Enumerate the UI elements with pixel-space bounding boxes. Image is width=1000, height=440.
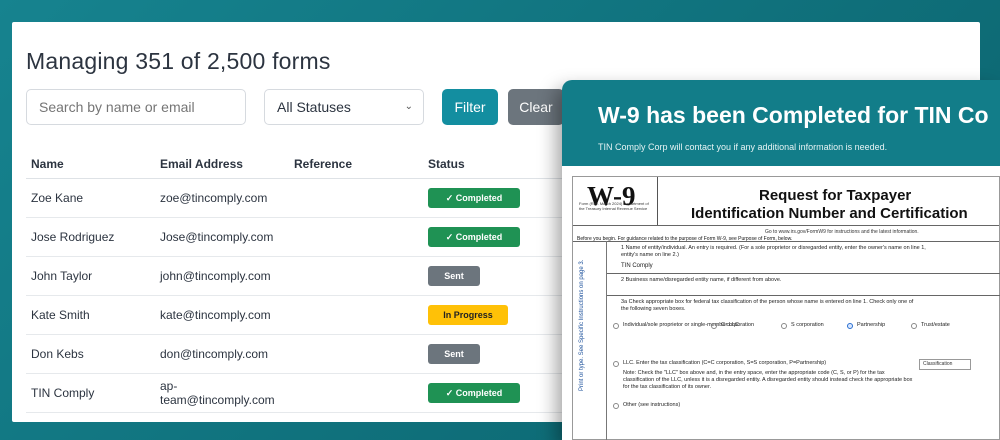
- table-row[interactable]: Zoe Kane zoe@tincomply.com ✓ Completed: [26, 178, 566, 218]
- line3a-label-b: the following seven boxes.: [621, 306, 686, 312]
- row-reference: [294, 295, 428, 335]
- status-badge: ✓ Completed: [428, 187, 520, 208]
- table-header-row: Name Email Address Reference Status: [26, 150, 566, 179]
- radio-llc[interactable]: [613, 361, 619, 367]
- w9-form-preview: W-9 Form (Rev. March 2024) Department of…: [572, 176, 1000, 440]
- status-select-value: All Statuses: [277, 99, 351, 115]
- divider: [657, 177, 658, 225]
- clear-button[interactable]: Clear: [508, 89, 564, 125]
- modal-subtitle: TIN Comply Corp will contact you if any …: [598, 142, 888, 152]
- filter-button[interactable]: Filter: [442, 89, 498, 125]
- side-column: Print or type. See Specific Instructions…: [573, 241, 607, 440]
- form-meta: Form (Rev. March 2024) Department of the…: [579, 201, 649, 211]
- column-header-status[interactable]: Status: [428, 150, 566, 179]
- status-badge: ✓ Completed: [428, 226, 520, 247]
- row-email-line1: ap-: [160, 378, 178, 393]
- row-reference: [294, 256, 428, 296]
- table-row[interactable]: Kate Smith kate@tincomply.com In Progres…: [26, 295, 566, 335]
- row-email: Jose@tincomply.com: [160, 217, 294, 257]
- table-row[interactable]: Jose Rodriguez Jose@tincomply.com ✓ Comp…: [26, 217, 566, 257]
- row-reference: [294, 178, 428, 218]
- row-name: TIN Comply: [26, 373, 160, 413]
- status-badge: Sent: [428, 343, 480, 364]
- status-badge: Sent: [428, 265, 480, 286]
- option-trust-estate: Trust/estate: [921, 322, 950, 328]
- radio-trust-estate[interactable]: [911, 323, 917, 329]
- row-name: Kate Smith: [26, 295, 160, 335]
- row-email: zoe@tincomply.com: [160, 178, 294, 218]
- page-title: Managing 351 of 2,500 forms: [26, 48, 331, 74]
- option-c-corporation: C corporation: [721, 322, 755, 328]
- w9-completed-modal: W-9 has been Completed for TIN Co TIN Co…: [562, 80, 1000, 440]
- chevron-down-icon: ⌄: [404, 101, 413, 112]
- radio-individual[interactable]: [613, 323, 619, 329]
- table-row[interactable]: John Taylor john@tincomply.com Sent: [26, 256, 566, 296]
- other-label: Other (see instructions): [623, 402, 681, 408]
- row-email: kate@tincomply.com: [160, 295, 294, 335]
- option-partnership: Partnership: [857, 322, 886, 328]
- table-row[interactable]: Don Kebs don@tincomply.com Sent: [26, 334, 566, 374]
- search-input[interactable]: [26, 89, 246, 125]
- line1-label: 1 Name of entity/individual. An entry is…: [621, 245, 926, 251]
- divider: [573, 241, 999, 242]
- line1-value: TIN Comply: [621, 263, 653, 269]
- row-name: Jose Rodriguez: [26, 217, 160, 257]
- forms-table: Name Email Address Reference Status Zoe …: [26, 150, 566, 413]
- radio-c-corporation[interactable]: [711, 323, 717, 329]
- divider: [607, 295, 1000, 296]
- row-name: Don Kebs: [26, 334, 160, 374]
- goto-text: Go to www.irs.gov/FormW9 for instruction…: [765, 229, 919, 235]
- note-text-b: classification of the LLC, unless it is …: [623, 377, 913, 383]
- line3a-label: 3a Check appropriate box for federal tax…: [621, 299, 914, 305]
- form-title-line1: Request for Taxpayer: [759, 187, 912, 204]
- modal-header: W-9 has been Completed for TIN Co TIN Co…: [562, 80, 1000, 166]
- option-s-corporation: S corporation: [791, 322, 824, 328]
- divider: [573, 225, 999, 226]
- line2-label: 2 Business name/disregarded entity name,…: [621, 277, 782, 283]
- radio-partnership[interactable]: [847, 323, 853, 329]
- note-text: Note: Check the "LLC" box above and, in …: [623, 370, 885, 376]
- row-reference: [294, 373, 428, 413]
- row-name: John Taylor: [26, 256, 160, 296]
- row-email: john@tincomply.com: [160, 256, 294, 296]
- modal-title: W-9 has been Completed for TIN Co: [598, 102, 989, 128]
- row-name: Zoe Kane: [26, 178, 160, 218]
- divider: [607, 273, 1000, 274]
- column-header-email[interactable]: Email Address: [160, 150, 294, 179]
- table-row[interactable]: TIN Comply ap- team@tincomply.com ✓ Comp…: [26, 373, 566, 413]
- radio-s-corporation[interactable]: [781, 323, 787, 329]
- note-text-c: for the tax classification of its owner.: [623, 384, 712, 390]
- status-badge: In Progress: [428, 304, 508, 325]
- row-reference: [294, 334, 428, 374]
- column-header-reference[interactable]: Reference: [294, 150, 428, 179]
- form-title-line2: Identification Number and Certification: [691, 205, 968, 222]
- classification-select[interactable]: Classification: [919, 359, 971, 370]
- line1-label-b: entity's name on line 2.): [621, 252, 679, 258]
- row-email: ap- team@tincomply.com: [160, 373, 294, 413]
- status-badge: ✓ Completed: [428, 382, 520, 403]
- row-email: don@tincomply.com: [160, 334, 294, 374]
- radio-other[interactable]: [613, 403, 619, 409]
- status-select[interactable]: All Statuses ⌄: [264, 89, 424, 125]
- row-email-line2: team@tincomply.com: [160, 392, 275, 407]
- row-reference: [294, 217, 428, 257]
- column-header-name[interactable]: Name: [26, 150, 160, 179]
- side-label: Print or type. See Specific Instructions…: [579, 259, 585, 391]
- llc-label: LLC. Enter the tax classification (C=C c…: [623, 360, 827, 366]
